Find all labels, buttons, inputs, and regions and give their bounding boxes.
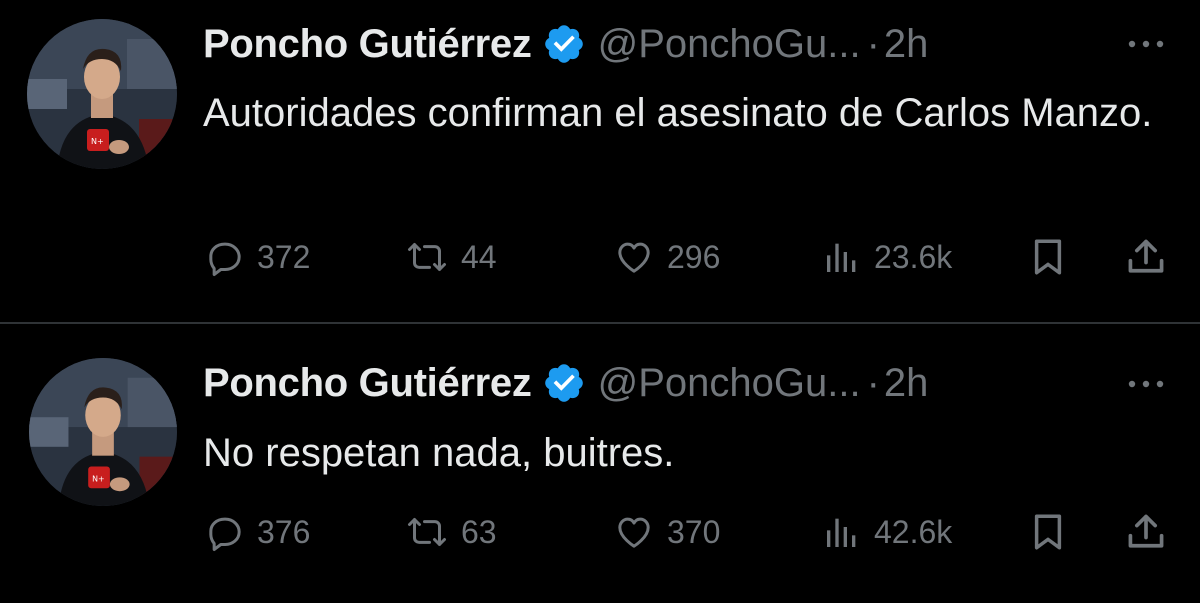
author-name[interactable]: Poncho Gutiérrez — [203, 22, 532, 67]
views-count: 42.6k — [874, 513, 953, 550]
like-icon — [618, 517, 650, 548]
share-icon — [1128, 514, 1164, 548]
separator-dot: · — [866, 21, 880, 66]
reply-button[interactable]: 372 — [205, 232, 310, 282]
bookmark-icon — [1034, 514, 1062, 550]
bookmark-icon — [1034, 239, 1062, 275]
reply-icon — [209, 517, 241, 551]
share-button[interactable] — [1124, 232, 1168, 282]
reply-button[interactable]: 376 — [205, 507, 310, 557]
author-name[interactable]: Poncho Gutiérrez — [203, 361, 532, 406]
bookmark-button[interactable] — [1027, 507, 1069, 557]
tweet-actions: 376 63 370 42.6k — [0, 507, 1200, 557]
like-count: 296 — [667, 238, 721, 275]
retweet-count: 44 — [461, 238, 497, 275]
views-icon — [827, 518, 856, 547]
like-count: 370 — [667, 513, 721, 550]
tweet-time[interactable]: 2h — [884, 361, 929, 406]
reply-icon — [209, 242, 241, 276]
tweet-text: No respetan nada, buitres. — [203, 431, 675, 475]
tweet-text: Autoridades confirman el asesinato de Ca… — [203, 91, 1153, 135]
reply-count: 372 — [257, 238, 311, 275]
views-count: 23.6k — [874, 238, 953, 275]
tweet-header: Poncho Gutiérrez @PonchoGu... · 2h — [203, 19, 928, 69]
avatar[interactable]: N+ — [29, 358, 177, 506]
more-options-icon[interactable] — [1126, 34, 1166, 54]
like-icon — [618, 242, 650, 273]
avatar-photo: N+ — [29, 358, 177, 506]
tweet-time[interactable]: 2h — [884, 22, 929, 67]
retweet-count: 63 — [461, 513, 497, 550]
avatar-photo: N+ — [27, 19, 177, 169]
author-handle[interactable]: @PonchoGu... — [598, 361, 861, 406]
views-button[interactable]: 42.6k — [822, 507, 952, 557]
tweet-actions: 372 44 296 23.6k — [0, 232, 1200, 282]
avatar[interactable]: N+ — [27, 19, 177, 169]
retweet-button[interactable]: 44 — [405, 232, 497, 282]
tweet[interactable]: N+ Poncho Gutiérrez @PonchoGu... · 2h No… — [0, 324, 1200, 603]
tweet[interactable]: N+ Poncho Gutiérrez @PonchoGu... · 2h Au… — [0, 0, 1200, 322]
reply-count: 376 — [257, 513, 311, 550]
like-button[interactable]: 296 — [613, 232, 720, 282]
retweet-icon — [408, 243, 446, 271]
svg-text:N+: N+ — [91, 137, 104, 146]
retweet-button[interactable]: 63 — [405, 507, 497, 557]
views-icon — [827, 243, 856, 272]
bookmark-button[interactable] — [1027, 232, 1069, 282]
svg-text:N+: N+ — [92, 474, 104, 483]
verified-badge-icon[interactable] — [542, 22, 586, 66]
more-options-icon[interactable] — [1126, 374, 1166, 394]
share-icon — [1128, 239, 1164, 273]
author-handle[interactable]: @PonchoGu... — [598, 22, 861, 67]
like-button[interactable]: 370 — [613, 507, 720, 557]
tweet-header: Poncho Gutiérrez @PonchoGu... · 2h — [203, 358, 928, 408]
retweet-icon — [408, 518, 446, 546]
separator-dot: · — [866, 360, 880, 405]
verified-badge-icon[interactable] — [542, 361, 586, 405]
views-button[interactable]: 23.6k — [822, 232, 952, 282]
share-button[interactable] — [1124, 507, 1168, 557]
